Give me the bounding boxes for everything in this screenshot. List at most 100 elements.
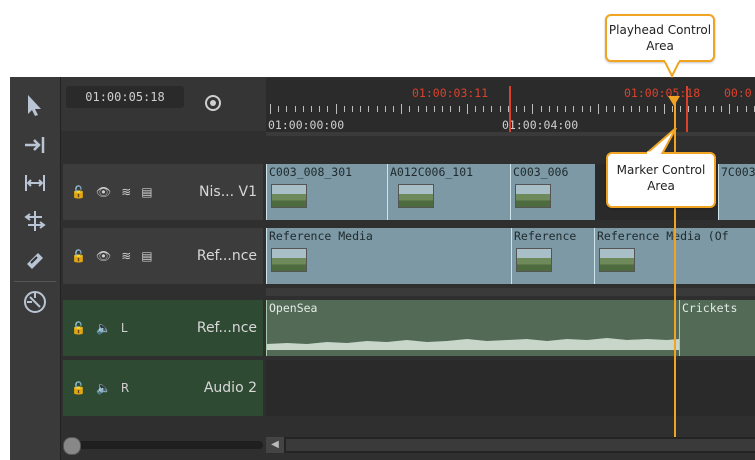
eye-icon[interactable]: 👁	[96, 249, 111, 263]
video-lane-v2[interactable]: Reference Media Reference Reference Medi…	[266, 228, 755, 284]
ruler-tick	[270, 104, 271, 114]
ruler-divider	[266, 132, 755, 136]
zoom-slider-track[interactable]	[63, 441, 263, 449]
ruler-tick	[401, 104, 403, 114]
slip-tool[interactable]	[17, 165, 53, 201]
callout-playhead-pointer	[662, 60, 682, 78]
ruler-tick	[655, 106, 657, 112]
callout-playhead: Playhead Control Area	[605, 14, 715, 62]
ruler-label-4s: 01:00:04:00	[502, 118, 579, 132]
ruler-tick	[384, 106, 386, 112]
ruler-tick	[393, 106, 394, 112]
track-settings-icon[interactable]: ▤	[141, 249, 152, 263]
ruler-tick	[294, 106, 296, 112]
ruler-tick	[286, 106, 288, 112]
audio-clip[interactable]: Crickets	[679, 300, 755, 356]
ruler-tick	[311, 106, 312, 112]
speaker-icon[interactable]: 🔈	[96, 381, 111, 395]
track-name-v2[interactable]: Ref...nce	[197, 248, 257, 264]
ruler-tick	[302, 106, 304, 112]
av-divider	[266, 288, 755, 296]
lock-icon[interactable]: 🔓	[71, 381, 86, 395]
lock-icon[interactable]: 🔓	[71, 249, 86, 263]
track-header-a1[interactable]: 🔓 🔈 L Ref...nce	[63, 300, 263, 356]
video-clip[interactable]: C003_008_301	[266, 164, 387, 220]
audio-lane-a2[interactable]	[266, 360, 755, 416]
ruler-tick	[704, 106, 706, 112]
layers-icon[interactable]: ≋	[121, 185, 131, 199]
ripple-tool[interactable]	[17, 203, 53, 239]
ruler-tick	[663, 104, 665, 114]
playhead-time-label: 01:00:05:18	[624, 86, 701, 100]
speaker-icon[interactable]: 🔈	[96, 321, 111, 335]
track-name-a1[interactable]: Ref...nce	[197, 320, 257, 336]
layers-icon[interactable]: ≋	[121, 249, 131, 263]
horizontal-scrollbar[interactable]: ◀	[266, 437, 755, 453]
zoom-slider-knob[interactable]	[63, 437, 81, 455]
ruler-tick	[483, 106, 485, 112]
clip-thumbnail	[599, 248, 635, 272]
lock-icon[interactable]: 🔓	[71, 321, 86, 335]
track-settings-icon[interactable]: ▤	[141, 185, 152, 199]
in-marker-line[interactable]	[509, 86, 511, 132]
video-clip[interactable]: Reference Media	[266, 228, 511, 284]
ruler-tick	[409, 106, 411, 112]
track-header-a2[interactable]: 🔓 🔈 R Audio 2	[63, 360, 263, 416]
ruler-tick	[630, 106, 632, 112]
out-marker-line[interactable]	[686, 86, 688, 132]
track-name-a2[interactable]: Audio 2	[204, 380, 257, 396]
ruler-tick	[417, 106, 419, 112]
track-forward-tool[interactable]	[17, 127, 53, 163]
ruler-tick	[466, 104, 468, 114]
video-clip[interactable]: A012C006_101	[387, 164, 510, 220]
video-clip[interactable]: 7C003	[718, 164, 755, 220]
ruler-tick	[614, 106, 616, 112]
ruler-tick	[573, 106, 575, 112]
clip-thumbnail	[271, 248, 307, 272]
timecode-display[interactable]: 01:00:05:18	[66, 86, 184, 108]
track-header-v2[interactable]: 🔓 👁 ≋ ▤ Ref...nce	[63, 228, 263, 284]
video-clip[interactable]: Reference	[511, 228, 594, 284]
ruler-tick	[516, 106, 517, 112]
ruler-tick	[442, 106, 444, 112]
multi-tool[interactable]	[17, 284, 53, 320]
audio-clip[interactable]: OpenSea	[266, 300, 679, 356]
ruler-tick	[278, 106, 280, 112]
ruler-tick	[540, 106, 542, 112]
razor-tool[interactable]	[17, 243, 53, 279]
ruler-tick	[458, 106, 460, 112]
marker-out-time: 00:0	[724, 86, 752, 100]
ruler-tick	[360, 106, 362, 112]
tool-divider	[14, 281, 56, 282]
ruler-label-start: 01:00:00:00	[268, 118, 345, 132]
scroll-left-button[interactable]: ◀	[266, 437, 284, 453]
audio-lane-a1[interactable]: OpenSea Crickets	[266, 300, 755, 356]
ruler-tick	[425, 106, 427, 112]
a2-controls: 🔓 🔈 R	[71, 381, 129, 395]
ruler-tick	[532, 104, 534, 114]
ruler-tick	[335, 104, 337, 114]
ruler-tick	[581, 106, 583, 112]
scroll-thumb[interactable]	[286, 439, 755, 451]
channel-selector-a2[interactable]: R	[121, 381, 129, 395]
ruler-tick	[729, 104, 731, 114]
ruler-tick	[565, 106, 567, 112]
clip-thumbnail	[271, 184, 307, 208]
timeline-ruler[interactable]: 01:00:00:00 01:00:04:00 01:00:03:11 01:0…	[266, 78, 755, 132]
ruler-tick	[712, 106, 714, 112]
ruler-tick	[606, 106, 608, 112]
ruler-tick	[680, 106, 681, 112]
ruler-tick	[688, 106, 690, 112]
snap-target-icon[interactable]	[203, 93, 223, 113]
eye-icon[interactable]: 👁	[96, 185, 111, 199]
ruler-tick	[475, 106, 476, 112]
channel-selector-a1[interactable]: L	[121, 321, 128, 335]
callout-marker: Marker Control Area	[606, 152, 716, 208]
ruler-tick	[352, 106, 353, 112]
video-clip[interactable]: C003_006	[510, 164, 595, 220]
lock-icon[interactable]: 🔓	[71, 185, 86, 199]
ruler-tick	[524, 106, 526, 112]
track-header-v1[interactable]: 🔓 👁 ≋ ▤ Nis... V1	[63, 164, 263, 220]
track-name-v1[interactable]: Nis... V1	[199, 184, 257, 200]
select-tool[interactable]	[17, 87, 53, 123]
